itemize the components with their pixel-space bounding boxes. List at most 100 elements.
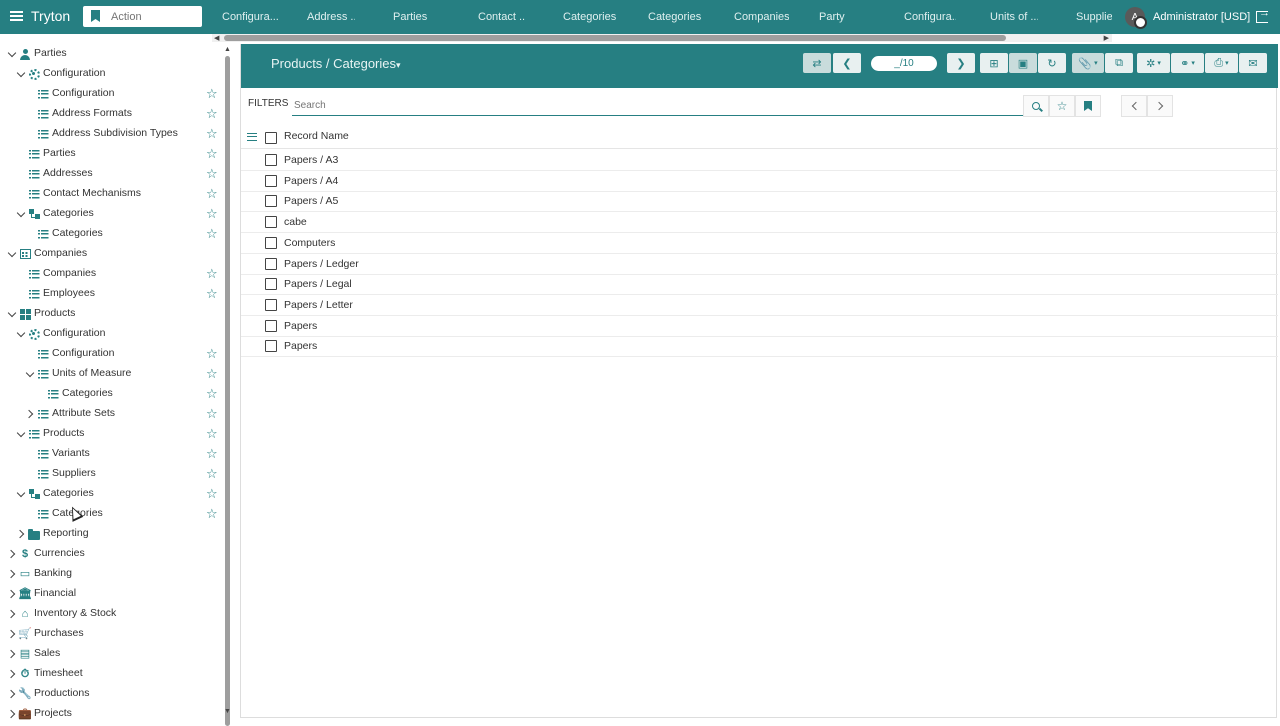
star-icon[interactable]: ☆ <box>206 127 218 141</box>
star-icon[interactable]: ☆ <box>206 507 218 521</box>
chevron-down-icon[interactable] <box>16 429 26 439</box>
star-icon[interactable]: ☆ <box>206 427 218 441</box>
row-checkbox[interactable] <box>265 236 277 249</box>
row-checkbox[interactable] <box>265 154 277 166</box>
chevron-down-icon[interactable] <box>7 49 17 59</box>
star-icon[interactable]: ☆ <box>206 207 218 221</box>
row-checkbox[interactable] <box>265 298 277 311</box>
sidebar-scrollbar[interactable]: ▲ ▼ <box>222 46 232 726</box>
search-field[interactable] <box>292 96 1024 116</box>
email-button[interactable]: ✉ <box>1239 53 1267 73</box>
sidebar-item[interactable]: Suppliers ☆ <box>0 464 222 484</box>
tab-item[interactable]: Address ... <box>307 0 355 34</box>
chevron-right-icon[interactable] <box>7 609 17 619</box>
sidebar-item[interactable]: Configuration <box>0 324 222 344</box>
table-row[interactable]: Papers / A3 <box>241 150 1278 171</box>
chevron-down-icon[interactable] <box>16 209 26 219</box>
tab-item[interactable]: Parties <box>393 0 427 34</box>
sidebar-item[interactable]: Categories ☆ <box>0 504 222 524</box>
tab-item[interactable]: Configura... <box>222 0 279 34</box>
sidebar-item[interactable]: Products <box>0 304 222 324</box>
sidebar-item[interactable]: Parties <box>0 44 222 64</box>
chevron-right-icon[interactable] <box>25 409 35 419</box>
user-label[interactable]: Administrator [USD] <box>1153 11 1250 23</box>
sidebar-item[interactable]: ⌂ Inventory & Stock <box>0 604 222 624</box>
chevron-right-icon[interactable] <box>7 589 17 599</box>
relate-button[interactable]: ⚭ ▾ <box>1171 53 1204 73</box>
sidebar-item[interactable]: Address Formats ☆ <box>0 104 222 124</box>
previous-page-button[interactable] <box>1121 95 1147 117</box>
star-icon[interactable]: ☆ <box>206 147 218 161</box>
scroll-up-icon[interactable]: ▲ <box>224 46 231 53</box>
column-menu-icon[interactable] <box>247 133 257 141</box>
table-row[interactable]: Papers / Letter <box>241 295 1278 316</box>
avatar[interactable]: A <box>1125 7 1147 29</box>
row-checkbox[interactable] <box>265 195 277 208</box>
table-row[interactable]: cabe <box>241 212 1278 234</box>
table-row[interactable]: Papers / Ledger <box>241 254 1278 275</box>
logout-icon[interactable] <box>1256 7 1270 23</box>
next-page-button[interactable] <box>1147 95 1173 117</box>
star-icon[interactable]: ☆ <box>206 467 218 481</box>
chevron-right-icon[interactable] <box>7 689 17 699</box>
sidebar-item[interactable]: Contact Mechanisms ☆ <box>0 184 222 204</box>
chevron-right-icon[interactable] <box>7 629 17 639</box>
previous-record-button[interactable]: ❮ <box>833 53 861 73</box>
switch-view-button[interactable]: ⇄ <box>803 53 831 73</box>
row-checkbox[interactable] <box>265 174 277 187</box>
page-title[interactable]: Products / Categories▾ <box>271 56 401 71</box>
tab-item[interactable]: Companies <box>734 0 789 34</box>
row-checkbox[interactable] <box>265 340 277 353</box>
scroll-thumb[interactable] <box>224 35 1006 41</box>
star-icon[interactable]: ☆ <box>206 387 218 401</box>
star-icon[interactable]: ☆ <box>206 347 218 361</box>
scroll-down-icon[interactable]: ▼ <box>224 708 231 715</box>
sidebar-item[interactable]: Address Subdivision Types ☆ <box>0 124 222 144</box>
star-icon[interactable]: ☆ <box>206 267 218 281</box>
chevron-down-icon[interactable] <box>7 309 17 319</box>
sidebar-item[interactable]: Categories ☆ <box>0 484 222 504</box>
brand[interactable]: Tryton <box>10 8 70 24</box>
menu-icon[interactable] <box>10 11 23 21</box>
sidebar-item[interactable]: 🛒 Purchases <box>0 624 222 644</box>
sidebar-item[interactable]: Configuration ☆ <box>0 84 222 104</box>
tab-item[interactable]: Configura... <box>904 0 956 34</box>
sidebar-item[interactable]: ▭ Banking <box>0 564 222 584</box>
sidebar-item[interactable]: Categories ☆ <box>0 384 222 404</box>
table-row[interactable]: Papers <box>241 316 1278 337</box>
table-row[interactable]: Papers <box>241 336 1278 358</box>
chevron-down-icon[interactable] <box>16 329 26 339</box>
sidebar-item[interactable]: ▤ Sales <box>0 644 222 664</box>
user-menu[interactable]: A Administrator [USD] <box>1125 7 1250 29</box>
chevron-right-icon[interactable] <box>7 649 17 659</box>
chevron-right-icon[interactable] <box>7 569 17 579</box>
search-input[interactable] <box>292 96 1012 115</box>
sidebar-item[interactable]: Parties ☆ <box>0 144 222 164</box>
star-icon[interactable]: ☆ <box>206 367 218 381</box>
chevron-right-icon[interactable] <box>7 549 17 559</box>
print-button[interactable]: ⎙ ▾ <box>1205 53 1238 73</box>
reload-button[interactable]: ↻ <box>1038 53 1066 73</box>
sidebar-item[interactable]: Categories ☆ <box>0 224 222 244</box>
tabs-scrollbar[interactable]: ◀ ▶ <box>212 34 1112 42</box>
sidebar-item[interactable]: 🔧 Productions <box>0 684 222 704</box>
action-input[interactable] <box>111 8 197 25</box>
sidebar-item[interactable]: 🏛 Financial <box>0 584 222 604</box>
chevron-down-icon[interactable] <box>25 369 35 379</box>
row-checkbox[interactable] <box>265 216 277 229</box>
tab-item[interactable]: Contact ... <box>478 0 526 34</box>
chevron-down-icon[interactable] <box>7 249 17 259</box>
chevron-right-icon[interactable] <box>7 709 17 719</box>
save-button[interactable]: ▣ <box>1009 53 1037 73</box>
tab-item[interactable]: Units of ... <box>990 0 1038 34</box>
row-checkbox[interactable] <box>265 257 277 270</box>
table-row[interactable]: Papers / Legal <box>241 274 1278 296</box>
bookmark-filter-button[interactable]: ☆ <box>1049 95 1075 117</box>
sidebar-item[interactable]: Reporting <box>0 524 222 544</box>
sidebar-item[interactable]: Companies <box>0 244 222 264</box>
copy-button[interactable]: ⧉ <box>1105 53 1133 73</box>
sidebar-item[interactable]: Units of Measure ☆ <box>0 364 222 384</box>
column-header-record-name[interactable]: Record Name <box>284 130 349 142</box>
sidebar-item[interactable]: Categories ☆ <box>0 204 222 224</box>
sidebar-item[interactable]: Companies ☆ <box>0 264 222 284</box>
